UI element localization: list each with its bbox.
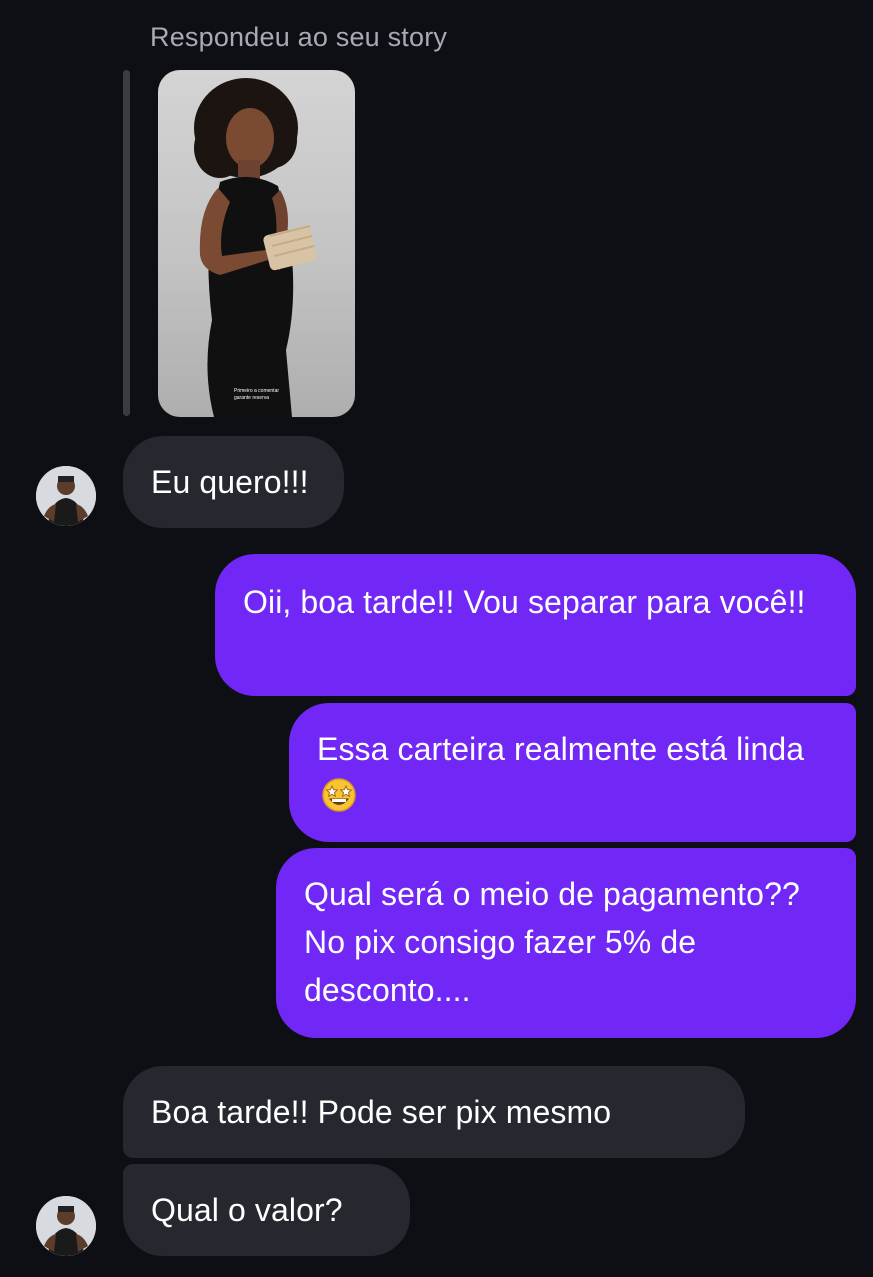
outgoing-message[interactable]: Oii, boa tarde!! Vou separar para você!!	[215, 554, 856, 696]
story-reply-label: Respondeu ao seu story	[150, 22, 448, 52]
story-caption: Primeiro a comentar garante reserva	[234, 388, 304, 402]
message-text: Oii, boa tarde!! Vou separar para você!!	[243, 584, 806, 620]
incoming-message[interactable]: Boa tarde!! Pode ser pix mesmo	[123, 1066, 745, 1158]
incoming-message[interactable]: Eu quero!!!	[123, 436, 344, 528]
outgoing-message[interactable]: Essa carteira realmente está linda	[289, 703, 856, 842]
message-text: Essa carteira realmente está linda	[317, 731, 805, 767]
avatar-photo	[36, 1196, 96, 1256]
story-caption-line: Primeiro a comentar	[234, 388, 280, 394]
contact-avatar[interactable]	[36, 466, 96, 526]
outgoing-message[interactable]: Qual será o meio de pagamento?? No pix c…	[276, 848, 856, 1038]
story-photo	[194, 78, 317, 417]
message-text: Qual o valor?	[151, 1192, 343, 1228]
message-text: Eu quero!!!	[151, 464, 309, 500]
message-text: Qual será o meio de pagamento?? No pix c…	[304, 876, 800, 1008]
message-text: Boa tarde!! Pode ser pix mesmo	[151, 1094, 612, 1130]
incoming-message[interactable]: Qual o valor?	[123, 1164, 410, 1256]
avatar-photo	[36, 466, 96, 526]
story-thumbnail[interactable]: Primeiro a comentar garante reserva	[158, 70, 355, 417]
contact-avatar[interactable]	[36, 1196, 96, 1256]
star-struck-emoji-icon	[321, 777, 357, 813]
story-caption-line: garante reserva	[234, 395, 270, 401]
reply-indicator-bar	[123, 70, 130, 416]
